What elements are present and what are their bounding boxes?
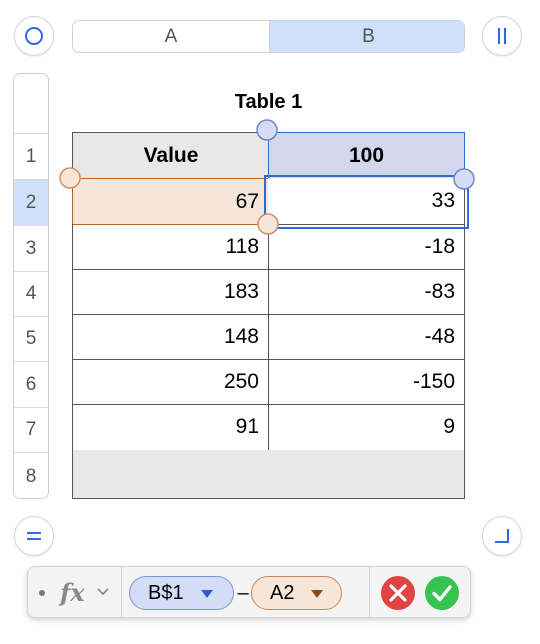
row-header-1[interactable]: 1 xyxy=(14,133,48,179)
cell-a5[interactable]: 148 xyxy=(72,314,269,360)
cancel-formula-button[interactable] xyxy=(380,575,416,611)
cell-a3[interactable]: 118 xyxy=(72,224,269,270)
row-header-strip: 1 2 3 4 5 6 7 8 xyxy=(13,73,49,499)
row-header-4[interactable]: 4 xyxy=(14,271,48,316)
function-menu-button[interactable]: fx xyxy=(60,577,85,607)
cell-b3[interactable]: -18 xyxy=(268,224,465,270)
drag-dot-icon[interactable] xyxy=(39,590,45,596)
row-header-2[interactable]: 2 xyxy=(14,179,48,225)
column-header-a[interactable]: A xyxy=(73,21,269,52)
footer-cell-b8[interactable] xyxy=(268,450,465,499)
circle-button[interactable] xyxy=(14,16,54,56)
fx-icon: fx xyxy=(60,577,85,607)
divider xyxy=(369,567,370,617)
equals-icon xyxy=(27,532,41,540)
row-header-3[interactable]: 3 xyxy=(14,225,48,271)
cell-b4[interactable]: -83 xyxy=(268,269,465,315)
circle-icon xyxy=(25,27,43,45)
header-cell-value[interactable]: Value xyxy=(72,132,269,179)
row-header-8[interactable]: 8 xyxy=(14,452,48,498)
divider xyxy=(121,567,122,617)
row-header-6[interactable]: 6 xyxy=(14,361,48,407)
b1-top-handle[interactable] xyxy=(256,119,278,141)
column-header-label: A xyxy=(164,25,178,47)
footer-cell-a8[interactable] xyxy=(72,450,269,499)
token-label: B$1 xyxy=(148,581,184,604)
column-header-label: B xyxy=(362,25,375,47)
cell-a2[interactable]: 67 xyxy=(72,178,269,225)
row-header-5[interactable]: 5 xyxy=(14,316,48,361)
cell-a7[interactable]: 91 xyxy=(72,404,269,451)
a2-left-handle[interactable] xyxy=(59,167,81,189)
formula-token-a2[interactable]: A2 xyxy=(251,576,342,610)
column-header-bar: A B xyxy=(72,20,465,53)
formula-bar: fx B$1 – A2 xyxy=(27,566,471,618)
cell-b6[interactable]: -150 xyxy=(268,359,465,405)
add-row-button[interactable] xyxy=(14,516,54,556)
token-dropdown-icon xyxy=(201,590,213,598)
formula-operator[interactable]: – xyxy=(235,576,251,610)
column-options-button[interactable] xyxy=(482,16,522,56)
cell-a6[interactable]: 250 xyxy=(72,359,269,405)
cell-b5[interactable]: -48 xyxy=(268,314,465,360)
column-header-b[interactable]: B xyxy=(269,21,464,52)
accept-formula-button[interactable] xyxy=(424,575,460,611)
table-grid: Value 100 67 33 118 -18 183 -83 148 -48 … xyxy=(72,132,469,499)
chevron-down-icon[interactable] xyxy=(97,586,109,598)
token-label: A2 xyxy=(270,581,295,604)
cell-a4[interactable]: 183 xyxy=(72,269,269,315)
row-header-7[interactable]: 7 xyxy=(14,407,48,452)
cell-b7[interactable]: 9 xyxy=(268,404,465,451)
cell-b2[interactable]: 33 xyxy=(268,178,465,225)
formula-token-b1[interactable]: B$1 xyxy=(129,576,234,610)
header-cell-b1[interactable]: 100 xyxy=(268,132,465,179)
corner-resize-icon xyxy=(495,529,509,543)
a2-right-handle[interactable] xyxy=(257,213,279,235)
token-dropdown-icon xyxy=(311,590,323,598)
table-title[interactable]: Table 1 xyxy=(72,91,465,114)
resize-table-button[interactable] xyxy=(482,516,522,556)
double-bar-icon xyxy=(498,28,506,44)
b1-bottom-handle[interactable] xyxy=(453,168,475,190)
